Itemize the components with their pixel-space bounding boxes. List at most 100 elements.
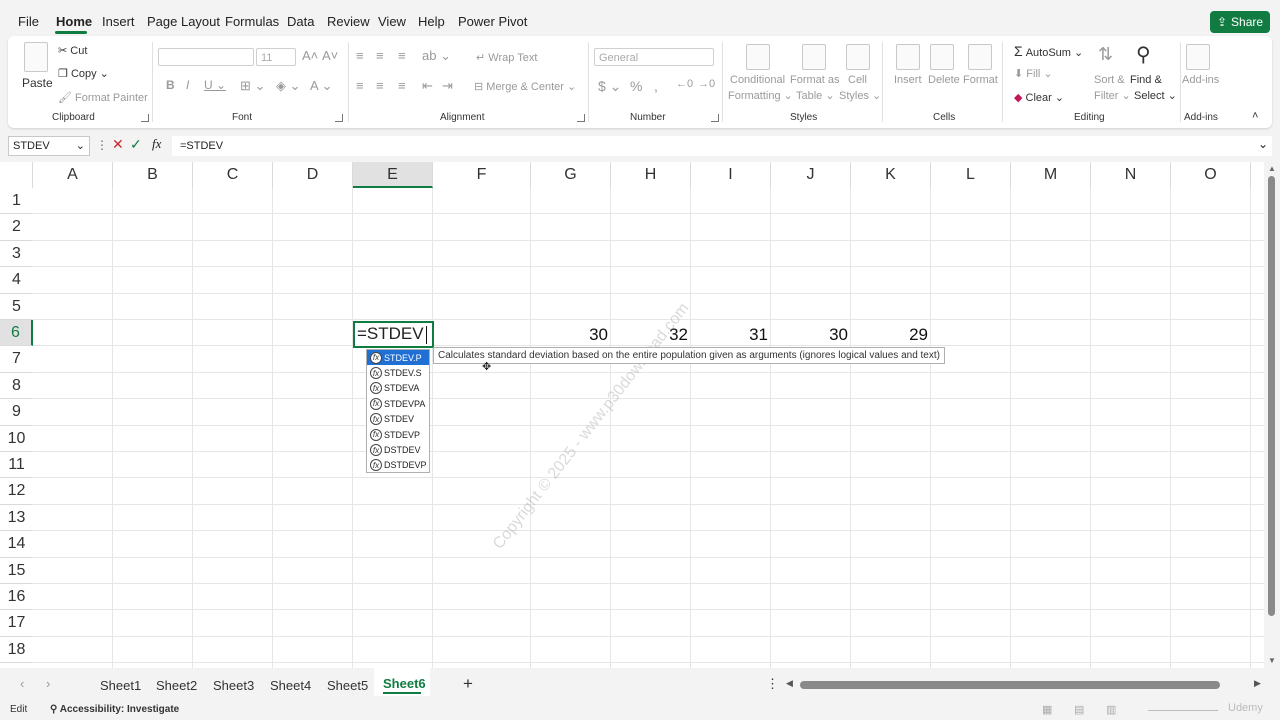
underline-icon[interactable]: U ⌄ [204,78,226,92]
row-header-14[interactable]: 14 [0,531,33,558]
autocomplete-item[interactable]: fx STDEV.P [367,350,429,366]
enter-icon[interactable]: ✓ [130,136,142,153]
column-header-m[interactable]: M [1011,162,1091,188]
row-header-12[interactable]: 12 [0,478,33,505]
clipboard-launcher-icon[interactable] [141,114,149,122]
cell-k6[interactable]: 29 [880,325,928,345]
addins-button[interactable]: Add-ins [1182,74,1219,86]
row-header-4[interactable]: 4 [0,267,33,294]
number-launcher-icon[interactable] [711,114,719,122]
autocomplete-item[interactable]: fx STDEVA [367,381,429,396]
number-format-combo[interactable]: General [594,48,714,66]
cell-j6[interactable]: 30 [800,325,848,345]
row-header-7[interactable]: 7 [0,346,33,373]
column-header-n[interactable]: N [1091,162,1171,188]
insert-cells-icon[interactable] [896,44,920,70]
align-left-icon[interactable]: ≡ [356,78,364,93]
paste-icon[interactable] [24,42,48,72]
paste-button[interactable]: Paste [22,76,53,90]
borders-icon[interactable]: ⊞ ⌄ [240,78,265,94]
column-header-a[interactable]: A [33,162,113,188]
merge-center-button[interactable]: ⊟ Merge & Center ⌄ [474,80,576,93]
column-header-g[interactable]: G [531,162,611,188]
scroll-right-icon[interactable]: ▶ [1254,678,1261,689]
page-layout-view-icon[interactable]: ▤ [1074,703,1084,716]
row-header-6[interactable]: 6 [0,320,33,347]
tab-power-pivot[interactable]: Power Pivot [458,14,527,29]
row-header-10[interactable]: 10 [0,425,33,452]
align-right-icon[interactable]: ≡ [398,78,406,93]
find-select-button[interactable]: Find & [1130,74,1162,86]
select-all-corner[interactable] [0,162,33,188]
format-cells-icon[interactable] [968,44,992,70]
autocomplete-item[interactable]: fx DSTDEV [367,442,429,457]
column-header-o[interactable]: O [1171,162,1251,188]
bottom-align-icon[interactable]: ≡ [398,48,406,63]
row-header-11[interactable]: 11 [0,452,33,479]
sheet-tab-3[interactable]: Sheet3 [213,678,254,693]
cell-g6[interactable]: 30 [560,325,608,345]
cell-styles-button[interactable]: Cell [848,74,867,86]
font-size-combo[interactable]: 11 [256,48,296,66]
column-header-e[interactable]: E [353,162,433,188]
row-header-8[interactable]: 8 [0,372,33,400]
sheet-tab-2[interactable]: Sheet2 [156,678,197,693]
fill-color-icon[interactable]: ◈ ⌄ [276,78,301,94]
column-header-l[interactable]: L [931,162,1011,188]
autosum-button[interactable]: Σ AutoSum ⌄ [1014,43,1083,59]
decrease-indent-icon[interactable]: ⇤ [422,78,433,94]
column-header-c[interactable]: C [193,162,273,188]
expand-formula-icon[interactable]: ⌄ [1258,137,1268,151]
tab-review[interactable]: Review [327,14,370,29]
tab-formulas[interactable]: Formulas [225,14,279,29]
autocomplete-item[interactable]: fx STDEVP [367,427,429,442]
font-color-icon[interactable]: A ⌄ [310,78,332,94]
row-header-17[interactable]: 17 [0,610,33,637]
tab-page-layout[interactable]: Page Layout [147,14,220,29]
autocomplete-item[interactable]: fx STDEVPA [367,396,429,411]
normal-view-icon[interactable]: ▦ [1042,703,1052,716]
collapse-ribbon-icon[interactable]: ˄ [1252,110,1258,122]
row-header-2[interactable]: 2 [0,214,33,241]
sheet-tab-6[interactable]: Sheet6 [383,676,426,691]
tab-view[interactable]: View [378,14,406,29]
cell-styles-icon[interactable] [846,44,870,70]
tab-data[interactable]: Data [287,14,314,29]
column-header-b[interactable]: B [113,162,193,188]
tab-home[interactable]: Home [56,14,92,29]
sort-filter-button[interactable]: Sort & [1094,74,1125,86]
search-icon[interactable]: ⚲ [1136,42,1151,67]
column-header-f[interactable]: F [433,162,531,188]
sheet-tab-1[interactable]: Sheet1 [100,678,141,693]
row-header-3[interactable]: 3 [0,240,33,268]
copy-button[interactable]: ❐ Copy ⌄ [58,67,109,80]
sheet-tab-5[interactable]: Sheet5 [327,678,368,693]
decrease-font-icon[interactable]: A˅ [322,48,338,63]
insert-function-icon[interactable]: fx [152,136,161,152]
zoom-slider[interactable] [1148,710,1218,711]
row-header-15[interactable]: 15 [0,557,33,584]
percent-icon[interactable]: % [630,78,642,94]
cell-i6[interactable]: 31 [720,325,768,345]
orientation-icon[interactable]: ab ⌄ [422,48,451,64]
vertical-scroll-thumb[interactable] [1268,176,1275,616]
vertical-scrollbar[interactable]: ▲ ▼ [1264,162,1280,668]
row-header-18[interactable]: 18 [0,636,33,664]
bold-icon[interactable]: B [166,78,175,92]
autocomplete-item[interactable]: fx STDEV.S [367,365,429,380]
sheet-tab-4[interactable]: Sheet4 [270,678,311,693]
conditional-formatting-button[interactable]: Conditional [730,74,785,86]
row-header-13[interactable]: 13 [0,504,33,532]
increase-decimal-icon[interactable]: ←0 [676,78,693,90]
autocomplete-item[interactable]: fx DSTDEVP [367,458,429,473]
autocomplete-item[interactable]: fx STDEV [367,412,429,427]
page-break-view-icon[interactable]: ▥ [1106,703,1116,716]
decrease-decimal-icon[interactable]: →0 [698,78,715,90]
scroll-down-icon[interactable]: ▼ [1268,656,1276,665]
share-button[interactable]: ⇪ Share [1210,11,1270,33]
horizontal-scroll-thumb[interactable] [800,681,1220,689]
tab-insert[interactable]: Insert [102,14,135,29]
increase-font-icon[interactable]: A˄ [302,48,318,63]
chevron-left-icon[interactable]: ‹ [20,676,24,691]
sort-filter-icon[interactable]: ⇅ [1098,44,1113,65]
